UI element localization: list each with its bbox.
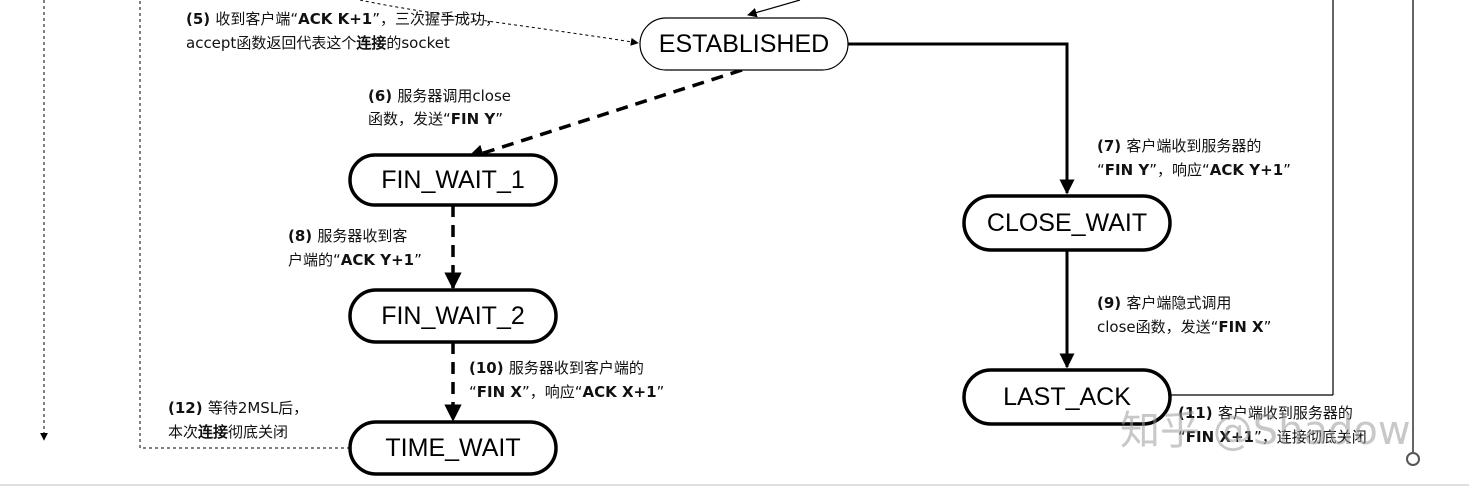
note-segment: 户端的“	[288, 251, 341, 269]
note-10-line-1: (10) 服务器收到客户端的	[469, 359, 644, 377]
note-segment: “	[1097, 161, 1105, 179]
note-7-line-1: (7) 客户端收到服务器的	[1097, 137, 1261, 155]
note-segment: (10)	[469, 359, 509, 377]
established-to-close-wait-arrow	[848, 42, 1075, 195]
state-close-wait: CLOSE_WAIT	[962, 194, 1172, 252]
note-segment: ”	[1283, 161, 1291, 179]
closed-terminal-icon	[1406, 452, 1420, 466]
time-wait-to-closed-line	[139, 0, 350, 449]
note-9-line-1: (9) 客户端隐式调用	[1097, 294, 1231, 312]
note-segment: (6)	[368, 87, 397, 105]
note-segment: ”，响应“	[1149, 161, 1210, 179]
watermark: 知乎 @Shadow	[1120, 408, 1411, 454]
note-segment: 服务器调用close	[397, 87, 511, 105]
state-fin-wait-2-label: FIN_WAIT_2	[381, 302, 525, 330]
state-time-wait: TIME_WAIT	[348, 420, 558, 476]
note-segment: (5)	[186, 10, 215, 28]
note-segment: ACK K+1	[298, 10, 372, 28]
note-segment: 本次	[168, 423, 198, 441]
note-segment: 函数，发送“	[368, 110, 451, 128]
note-segment: (7)	[1097, 137, 1126, 155]
note-segment: 收到客户端“	[215, 10, 298, 28]
note-segment: accept函数返回代表这个	[186, 34, 356, 52]
note-segment: 服务器收到客	[317, 227, 407, 245]
note-segment: 的socket	[386, 34, 450, 52]
note-segment: ”	[657, 383, 665, 401]
state-last-ack-label: LAST_ACK	[1003, 383, 1131, 411]
note-segment: “	[469, 383, 477, 401]
note-segment: 客户端收到服务器的	[1126, 137, 1261, 155]
note-7-line-2: “FIN Y”，响应“ACK Y+1”	[1097, 161, 1291, 179]
note-9-line-2: close函数，发送“FIN X”	[1097, 318, 1271, 336]
note-segment: 等待2MSL后，	[208, 399, 308, 417]
state-established: ESTABLISHED	[639, 17, 849, 71]
note-5-line-1: (5) 收到客户端“ACK K+1”，三次握手成功，	[186, 10, 500, 28]
note-segment: ”	[1264, 318, 1272, 336]
note-segment: FIN Y	[1105, 161, 1151, 179]
note-segment: (9)	[1097, 294, 1126, 312]
state-time-wait-label: TIME_WAIT	[385, 434, 520, 462]
note-segment: ”	[414, 251, 422, 269]
note-segment: ACK Y+1	[341, 251, 414, 269]
state-fin-wait-1-label: FIN_WAIT_1	[381, 166, 525, 194]
established-to-fin-wait-1-arrow	[466, 68, 743, 162]
note-12-line-2: 本次连接彻底关闭	[168, 423, 288, 441]
note-8-line-2: 户端的“ACK Y+1”	[288, 251, 422, 269]
state-fin-wait-2: FIN_WAIT_2	[348, 288, 558, 344]
note-segment: ”，响应“	[522, 383, 583, 401]
note-segment: 连接	[356, 34, 386, 52]
note-segment: ”，三次握手成功，	[372, 10, 500, 28]
note-segment: FIN Y	[451, 110, 497, 128]
note-segment: ”	[495, 110, 503, 128]
note-segment: 连接	[198, 423, 228, 441]
note-6-line-1: (6) 服务器调用close	[368, 87, 511, 105]
note-segment: ACK X+1	[583, 383, 657, 401]
state-established-label: ESTABLISHED	[659, 30, 829, 58]
state-fin-wait-1: FIN_WAIT_1	[348, 153, 558, 207]
note-segment: FIN X	[1218, 318, 1264, 336]
note-segment: (12)	[168, 399, 208, 417]
note-segment: FIN X	[477, 383, 523, 401]
note-segment: 服务器收到客户端的	[509, 359, 644, 377]
note-8-line-1: (8) 服务器收到客	[288, 227, 407, 245]
note-10-line-2: “FIN X”，响应“ACK X+1”	[469, 383, 664, 401]
note-5-line-2: accept函数返回代表这个连接的socket	[186, 34, 450, 52]
note-12-line-1: (12) 等待2MSL后，	[168, 399, 308, 417]
top-arrow-established	[747, 0, 801, 18]
state-close-wait-label: CLOSE_WAIT	[987, 209, 1147, 237]
note-segment: (8)	[288, 227, 317, 245]
note-6-line-2: 函数，发送“FIN Y”	[368, 110, 503, 128]
note-segment: 彻底关闭	[228, 423, 288, 441]
note-segment: ACK Y+1	[1210, 161, 1283, 179]
note-segment: 客户端隐式调用	[1126, 294, 1231, 312]
note-segment: close函数，发送“	[1097, 318, 1218, 336]
tcp-state-diagram: ESTABLISHED FIN_WAIT_1 FIN_WAIT_2 TIME_W…	[0, 0, 1469, 486]
